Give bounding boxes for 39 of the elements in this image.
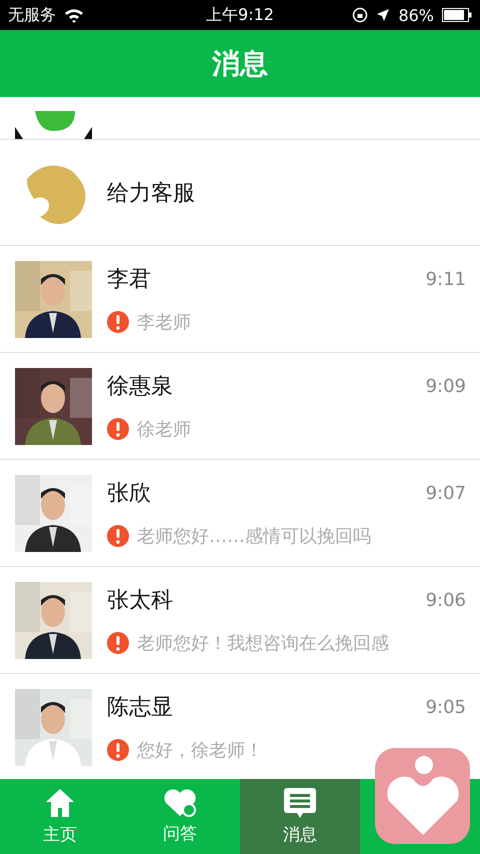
message-preview: 老师您好……感情可以挽回吗 xyxy=(137,525,371,548)
wifi-icon xyxy=(64,8,84,22)
conversation-row[interactable]: 李君 9:11 李老师 xyxy=(0,246,480,353)
alert-icon xyxy=(107,418,129,440)
alert-icon xyxy=(107,739,129,761)
message-time: 9:05 xyxy=(426,696,466,718)
battery-icon xyxy=(442,8,472,22)
message-time: 9:06 xyxy=(426,590,466,610)
logo-icon xyxy=(15,111,92,139)
alert-icon xyxy=(107,525,129,547)
conversation-row[interactable]: 张欣 9:07 老师您好……感情可以挽回吗 xyxy=(0,460,480,567)
tab[interactable]: 消息 xyxy=(240,779,360,854)
app-icon[interactable] xyxy=(375,748,470,844)
alert-icon xyxy=(107,632,129,654)
message-preview: 李老师 xyxy=(137,311,191,334)
contact-name: 张太科 xyxy=(107,587,173,615)
heart-chat-icon xyxy=(163,788,197,818)
contact-name: 给力客服 xyxy=(107,180,195,208)
carrier-label: 无服务 xyxy=(8,4,56,26)
alert-icon xyxy=(107,311,129,333)
contact-name: 李君 xyxy=(107,266,151,294)
location-icon xyxy=(376,8,390,22)
battery-percent: 86% xyxy=(398,6,434,24)
message-icon xyxy=(283,787,317,819)
conversation-row[interactable]: 徐惠泉 9:09 徐老师 xyxy=(0,353,480,460)
contact-name: 张欣 xyxy=(107,480,151,508)
contact-name: 徐惠泉 xyxy=(107,373,173,401)
rotation-lock-icon xyxy=(352,7,368,23)
conversation-row[interactable]: 张太科 9:06 老师您好！我想咨询在么挽回感 xyxy=(0,567,480,674)
contact-name: 陈志显 xyxy=(107,694,173,722)
message-preview: 徐老师 xyxy=(137,418,191,441)
page-title: 消息 xyxy=(212,46,268,82)
message-time: 9:09 xyxy=(426,376,466,396)
message-preview: 您好，徐老师！ xyxy=(137,739,263,762)
message-preview: 老师您好！我想咨询在么挽回感 xyxy=(137,632,389,655)
message-time: 9:07 xyxy=(426,482,466,504)
message-time: 9:11 xyxy=(426,268,466,290)
home-icon xyxy=(44,787,76,819)
clock: 上午9:12 xyxy=(206,4,274,26)
